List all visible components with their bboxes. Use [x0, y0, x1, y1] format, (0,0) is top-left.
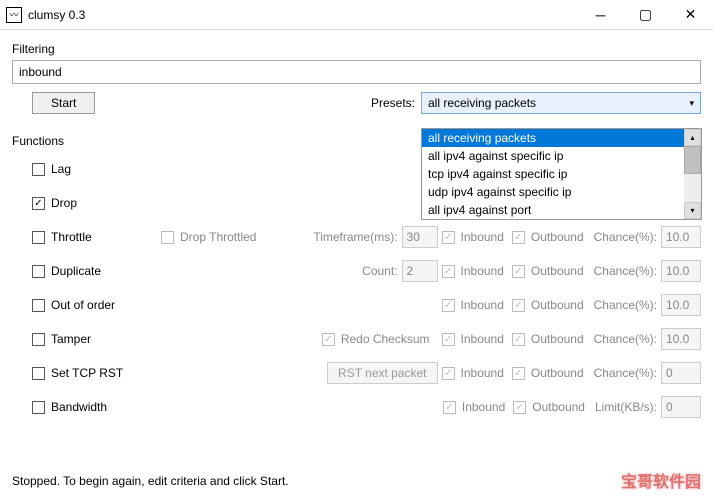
minimize-button[interactable]: ─: [578, 0, 623, 30]
dropdown-item[interactable]: tcp ipv4 against specific ip: [422, 165, 701, 183]
outbound-label: Outbound: [531, 332, 584, 346]
rst-next-packet-button[interactable]: RST next packet: [327, 362, 438, 384]
lag-label: Lag: [51, 162, 161, 176]
outbound-label: Outbound: [532, 400, 585, 414]
count-label: Count:: [362, 264, 397, 278]
throttle-label: Throttle: [51, 230, 161, 244]
dropdown-item[interactable]: all receiving packets: [422, 129, 701, 147]
scroll-up-icon[interactable]: ▴: [684, 129, 701, 146]
inbound-label: Inbound: [461, 332, 504, 346]
maximize-button[interactable]: ▢: [623, 0, 668, 30]
throttle-chance-input[interactable]: [661, 226, 701, 248]
chance-label: Chance(%):: [594, 332, 657, 346]
throttle-inbound-checkbox[interactable]: [442, 231, 455, 244]
watermark: 宝哥软件园: [621, 468, 701, 492]
outoforder-chance-input[interactable]: [661, 294, 701, 316]
outoforder-label: Out of order: [51, 298, 161, 312]
chance-label: Chance(%):: [594, 366, 657, 380]
bandwidth-outbound-checkbox[interactable]: [513, 401, 526, 414]
outbound-label: Outbound: [531, 298, 584, 312]
presets-selected-text: all receiving packets: [428, 96, 536, 110]
outbound-label: Outbound: [531, 264, 584, 278]
settcprst-row: Set TCP RST RST next packet Inbound Outb…: [12, 356, 701, 390]
throttle-outbound-checkbox[interactable]: [512, 231, 525, 244]
settcprst-chance-input[interactable]: [661, 362, 701, 384]
duplicate-chance-input[interactable]: [661, 260, 701, 282]
settcprst-inbound-checkbox[interactable]: [442, 367, 455, 380]
lag-checkbox[interactable]: [32, 163, 45, 176]
chance-label: Chance(%):: [594, 298, 657, 312]
scroll-down-icon[interactable]: ▾: [684, 202, 701, 219]
app-icon: 〰: [6, 7, 22, 23]
presets-dropdown[interactable]: all receiving packets all ipv4 against s…: [421, 128, 702, 220]
timeframe-label: Timeframe(ms):: [313, 230, 397, 244]
tamper-row: Tamper Redo Checksum Inbound Outbound Ch…: [12, 322, 701, 356]
filter-input[interactable]: [12, 60, 701, 84]
chance-label: Chance(%):: [594, 230, 657, 244]
inbound-label: Inbound: [461, 366, 504, 380]
inbound-label: Inbound: [462, 400, 505, 414]
tamper-label: Tamper: [51, 332, 161, 346]
tamper-inbound-checkbox[interactable]: [442, 333, 455, 346]
limit-label: Limit(KB/s):: [595, 400, 657, 414]
filtering-label: Filtering: [12, 42, 701, 56]
throttle-row: Throttle Drop Throttled Timeframe(ms): I…: [12, 220, 701, 254]
bandwidth-row: Bandwidth Inbound Outbound Limit(KB/s):: [12, 390, 701, 424]
inbound-label: Inbound: [461, 264, 504, 278]
chance-label: Chance(%):: [594, 264, 657, 278]
duplicate-row: Duplicate Count: Inbound Outbound Chance…: [12, 254, 701, 288]
settcprst-checkbox[interactable]: [32, 367, 45, 380]
dropdown-item[interactable]: all ipv4 against specific ip: [422, 147, 701, 165]
tamper-checkbox[interactable]: [32, 333, 45, 346]
bandwidth-checkbox[interactable]: [32, 401, 45, 414]
duplicate-label: Duplicate: [51, 264, 161, 278]
throttle-checkbox[interactable]: [32, 231, 45, 244]
settcprst-outbound-checkbox[interactable]: [512, 367, 525, 380]
inbound-label: Inbound: [461, 230, 504, 244]
bandwidth-inbound-checkbox[interactable]: [443, 401, 456, 414]
outbound-label: Outbound: [531, 366, 584, 380]
drop-checkbox[interactable]: [32, 197, 45, 210]
outbound-label: Outbound: [531, 230, 584, 244]
presets-label: Presets:: [371, 96, 415, 110]
outoforder-outbound-checkbox[interactable]: [512, 299, 525, 312]
dropdown-scrollbar[interactable]: ▴ ▾: [684, 129, 701, 219]
bandwidth-label: Bandwidth: [51, 400, 161, 414]
tamper-outbound-checkbox[interactable]: [512, 333, 525, 346]
outoforder-inbound-checkbox[interactable]: [442, 299, 455, 312]
tamper-chance-input[interactable]: [661, 328, 701, 350]
presets-select[interactable]: all receiving packets ▾: [421, 92, 701, 114]
window-title: clumsy 0.3: [28, 8, 578, 22]
drop-throttled-label: Drop Throttled: [180, 230, 256, 244]
bandwidth-limit-input[interactable]: [661, 396, 701, 418]
start-button[interactable]: Start: [32, 92, 95, 114]
inbound-label: Inbound: [461, 298, 504, 312]
count-input[interactable]: [402, 260, 438, 282]
close-button[interactable]: ✕: [668, 0, 713, 30]
redo-checksum-label: Redo Checksum: [341, 332, 430, 346]
dropdown-item[interactable]: all ipv4 against port: [422, 201, 701, 219]
status-text: Stopped. To begin again, edit criteria a…: [12, 474, 289, 488]
dropdown-item[interactable]: udp ipv4 against specific ip: [422, 183, 701, 201]
duplicate-inbound-checkbox[interactable]: [442, 265, 455, 278]
duplicate-outbound-checkbox[interactable]: [512, 265, 525, 278]
settcprst-label: Set TCP RST: [51, 366, 161, 380]
outoforder-row: Out of order Inbound Outbound Chance(%):: [12, 288, 701, 322]
outoforder-checkbox[interactable]: [32, 299, 45, 312]
duplicate-checkbox[interactable]: [32, 265, 45, 278]
timeframe-input[interactable]: [402, 226, 438, 248]
drop-label: Drop: [51, 196, 161, 210]
drop-throttled-checkbox[interactable]: [161, 231, 174, 244]
scroll-thumb[interactable]: [684, 146, 701, 174]
redo-checksum-checkbox[interactable]: [322, 333, 335, 346]
chevron-down-icon: ▾: [689, 98, 694, 109]
